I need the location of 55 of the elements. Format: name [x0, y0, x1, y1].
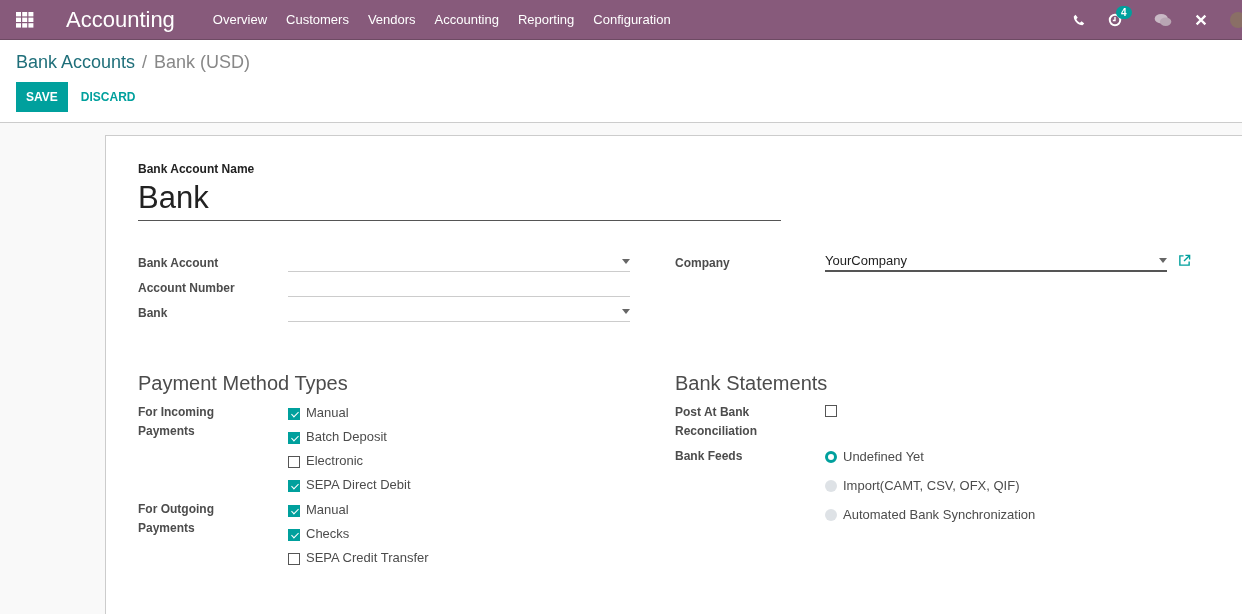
option-label: Undefined Yet: [843, 449, 924, 464]
clock-icon[interactable]: [1108, 12, 1122, 27]
field-label: Bank: [138, 306, 169, 322]
option-label: Import(CAMT, CSV, OFX, QIF): [843, 478, 1020, 493]
save-button[interactable]: SAVE: [16, 82, 68, 112]
activity-count-badge: 4: [1116, 5, 1132, 19]
field-label: Post At Bank Reconciliation: [675, 404, 758, 440]
radio-button[interactable]: [825, 479, 837, 492]
field-label: Bank Account: [138, 256, 220, 272]
section-title: Payment Method Types: [138, 372, 349, 395]
checkbox[interactable]: [288, 479, 300, 492]
option-label: Electronic: [306, 453, 364, 468]
field-label: For Incoming Payments: [138, 404, 215, 440]
breadcrumb-current: Bank (USD): [154, 52, 251, 73]
option-label: Manual: [306, 405, 349, 420]
external-link-icon[interactable]: [1178, 254, 1191, 267]
option-label: Batch Deposit: [306, 429, 387, 444]
checkbox[interactable]: [288, 528, 300, 541]
menu-item[interactable]: Accounting: [434, 12, 499, 27]
field-label: Company: [675, 256, 731, 272]
option-label: SEPA Credit Transfer: [306, 550, 429, 565]
app-name: Accounting: [66, 6, 175, 33]
checkbox[interactable]: [288, 552, 300, 565]
caret-icon: [1159, 257, 1167, 263]
menu-item[interactable]: Overview: [212, 12, 268, 27]
breadcrumb-separator: /: [142, 52, 148, 73]
option-label: SEPA Direct Debit: [306, 477, 411, 492]
caret-icon: [622, 258, 630, 264]
breadcrumb-link[interactable]: Bank Accounts: [16, 52, 136, 73]
menu-item[interactable]: Configuration: [593, 12, 671, 27]
company-select[interactable]: YourCompany: [825, 250, 1167, 272]
field-label: Bank Account Name: [138, 162, 256, 176]
checkbox[interactable]: [288, 504, 300, 517]
option-label: Automated Bank Synchronization: [843, 507, 1036, 522]
option-label: Manual: [306, 502, 349, 517]
caret-icon: [622, 308, 630, 314]
menu-item[interactable]: Vendors: [367, 12, 416, 27]
phone-icon[interactable]: [1072, 12, 1086, 27]
section-title: Bank Statements: [675, 372, 829, 395]
radio-button[interactable]: [825, 508, 837, 521]
option-label: Checks: [306, 526, 350, 541]
apps-grid-icon[interactable]: [16, 11, 34, 28]
checkbox[interactable]: [288, 431, 300, 444]
name-field[interactable]: Bank: [138, 178, 781, 221]
field-label: Bank Feeds: [675, 448, 744, 465]
chat-bubbles-icon[interactable]: [1154, 12, 1172, 27]
field-label: Account Number: [138, 281, 236, 297]
discard-button[interactable]: DISCARD: [67, 82, 149, 112]
checkbox[interactable]: [288, 407, 300, 420]
checkbox[interactable]: [288, 455, 300, 468]
menu-item[interactable]: Customers: [286, 12, 349, 27]
checkbox[interactable]: [825, 405, 837, 417]
field-label: For Outgoing Payments: [138, 501, 215, 537]
radio-button[interactable]: [825, 450, 837, 463]
menu-item[interactable]: Reporting: [517, 12, 575, 27]
